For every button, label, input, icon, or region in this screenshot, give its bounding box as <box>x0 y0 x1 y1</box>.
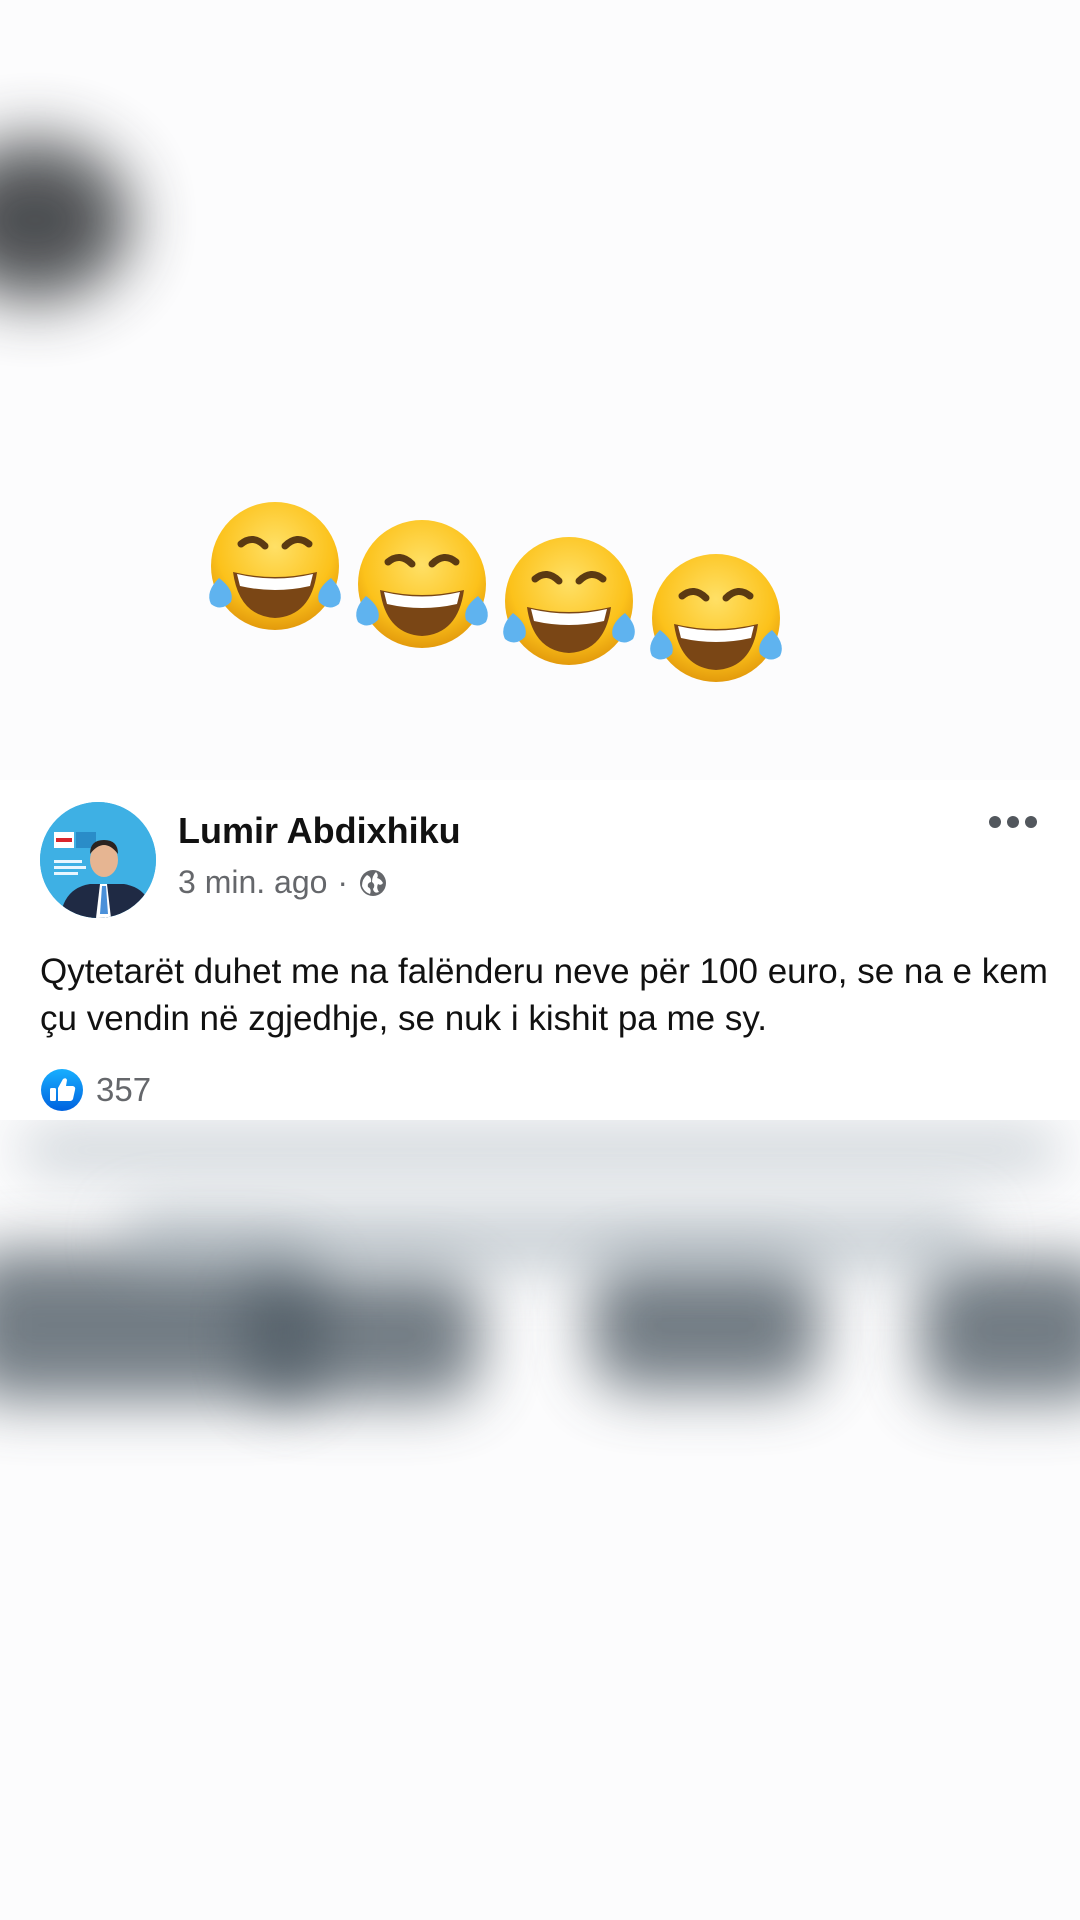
avatar-portrait-image <box>40 802 156 918</box>
more-options-button[interactable] <box>986 810 1040 834</box>
post-text: Qytetarët duhet me na falënderu neve për… <box>40 952 1048 1038</box>
dot-icon <box>989 816 1001 828</box>
face-with-tears-of-joy-icon <box>356 520 488 648</box>
globe-icon <box>360 869 387 896</box>
dot-icon <box>1025 816 1037 828</box>
reactions-summary[interactable]: 357 <box>40 1068 151 1112</box>
like-icon <box>41 1069 83 1111</box>
post-meta: 3 min. ago · <box>178 864 388 901</box>
screenshot-canvas: Lumir Abdixhiku 3 min. ago · Qytetarët d… <box>0 0 1080 1920</box>
meta-separator: · <box>337 864 349 900</box>
facebook-post: Lumir Abdixhiku 3 min. ago · Qytetarët d… <box>0 780 1080 1120</box>
face-with-tears-of-joy-icon <box>209 502 341 630</box>
blurred-area-top <box>0 140 130 300</box>
post-timestamp[interactable]: 3 min. ago <box>178 864 327 901</box>
dot-icon <box>1007 816 1019 828</box>
blurred-area-bottom <box>0 1120 1080 1480</box>
emoji-row <box>205 500 805 700</box>
face-with-tears-of-joy-icon <box>503 537 635 665</box>
avatar[interactable] <box>40 802 156 918</box>
like-count: 357 <box>96 1071 152 1108</box>
face-with-tears-of-joy-icon <box>650 554 782 682</box>
post-author-name[interactable]: Lumir Abdixhiku <box>178 810 461 852</box>
